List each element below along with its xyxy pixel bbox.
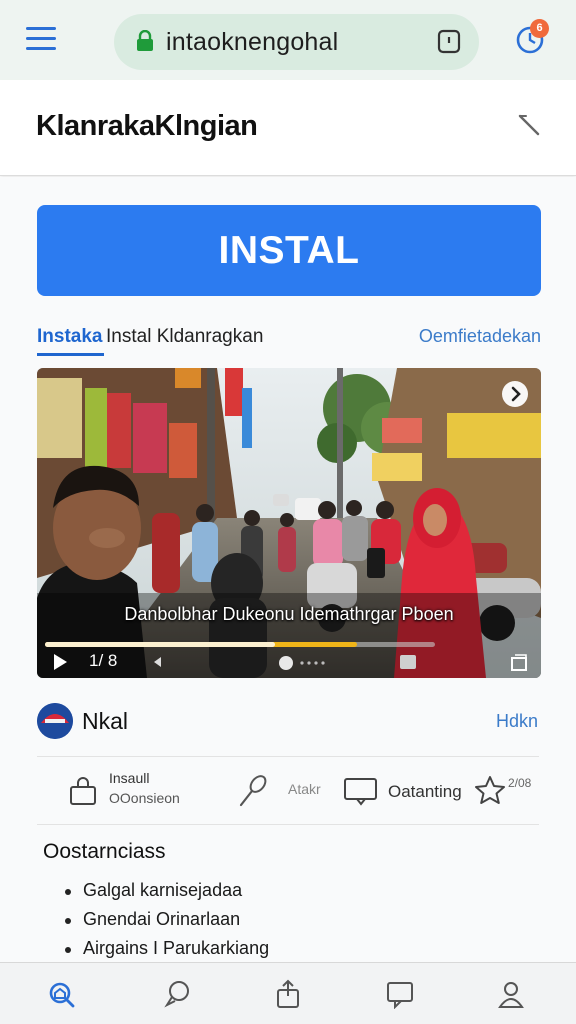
divider: [37, 756, 539, 757]
comment-icon: [344, 778, 377, 806]
channel-avatar[interactable]: [37, 703, 73, 739]
divider: [37, 824, 539, 825]
video-player[interactable]: Danbolbhar Dukeonu Idemathrgar Pboen 1/ …: [37, 368, 541, 678]
details-link[interactable]: Oemfietadekan: [419, 326, 541, 347]
star-icon: [475, 776, 505, 804]
active-tab-indicator: [37, 353, 104, 356]
video-controls: 1/ 8: [37, 648, 541, 678]
description-list: Galgal karnisejadaa Gnendai Orinarlaan A…: [62, 876, 269, 963]
captions-icon[interactable]: [399, 654, 417, 670]
mic-icon: [239, 775, 267, 807]
audio-action[interactable]: Atakr: [237, 772, 337, 812]
notification-badge: 6: [530, 19, 549, 38]
url-text: intaoknengohal: [166, 28, 339, 56]
tab-instaka[interactable]: Instaka: [37, 326, 102, 348]
install-action[interactable]: Insaull OOonsieon: [66, 770, 196, 810]
hamburger-menu-icon[interactable]: [26, 27, 56, 51]
tab-instal[interactable]: Instal Kldanragkan: [106, 326, 263, 348]
progress-bar[interactable]: [45, 642, 435, 647]
channel-link[interactable]: Hdkn: [496, 711, 538, 732]
install-action-sublabel: OOonsieon: [109, 790, 180, 806]
list-item: Galgal karnisejadaa: [62, 876, 269, 905]
progress-played: [45, 642, 276, 647]
page-header: KlanrakaKlngian: [0, 80, 576, 176]
video-caption: Danbolbhar Dukeonu Idemathrgar Pboen: [124, 604, 454, 624]
edit-icon[interactable]: [512, 108, 544, 140]
rate-action[interactable]: 2/08: [474, 770, 544, 810]
list-item: Airgains I Parukarkiang: [62, 934, 269, 963]
channel-name[interactable]: Nkal: [82, 708, 128, 735]
play-icon[interactable]: [51, 653, 69, 671]
lock-icon: [137, 30, 153, 51]
page-title: KlanrakaKlngian: [36, 110, 258, 142]
share-icon[interactable]: [273, 979, 303, 1009]
volume-slider-icon[interactable]: [277, 654, 333, 672]
video-time: 1/ 8: [89, 651, 118, 670]
install-action-label: Insaull: [109, 770, 150, 786]
audio-action-label: Atakr: [288, 781, 321, 797]
chat-icon[interactable]: [163, 979, 193, 1009]
browser-toolbar: intaoknengohal 6: [0, 0, 576, 80]
message-icon[interactable]: [385, 979, 415, 1009]
install-button[interactable]: INSTAL: [37, 205, 541, 296]
rate-action-label: 2/08: [508, 776, 532, 790]
home-search-icon[interactable]: [46, 979, 76, 1009]
profile-icon[interactable]: [496, 979, 526, 1009]
next-video-icon[interactable]: [502, 381, 528, 407]
bag-icon: [70, 777, 96, 805]
tab-row: Instaka Instal Kldanragkan Oemfietadekan: [37, 320, 541, 360]
fullscreen-icon[interactable]: [509, 653, 529, 673]
address-bar[interactable]: intaoknengohal: [114, 14, 479, 70]
tabs-icon[interactable]: [437, 28, 461, 54]
rewind-icon[interactable]: [152, 656, 162, 668]
description-title: Oostarnciass: [43, 840, 166, 863]
video-frame: [37, 368, 541, 678]
comment-action[interactable]: Oatanting: [343, 772, 463, 812]
comment-action-label: Oatanting: [388, 782, 462, 801]
list-item: Gnendai Orinarlaan: [62, 905, 269, 934]
bottom-navigation: [0, 962, 576, 1024]
